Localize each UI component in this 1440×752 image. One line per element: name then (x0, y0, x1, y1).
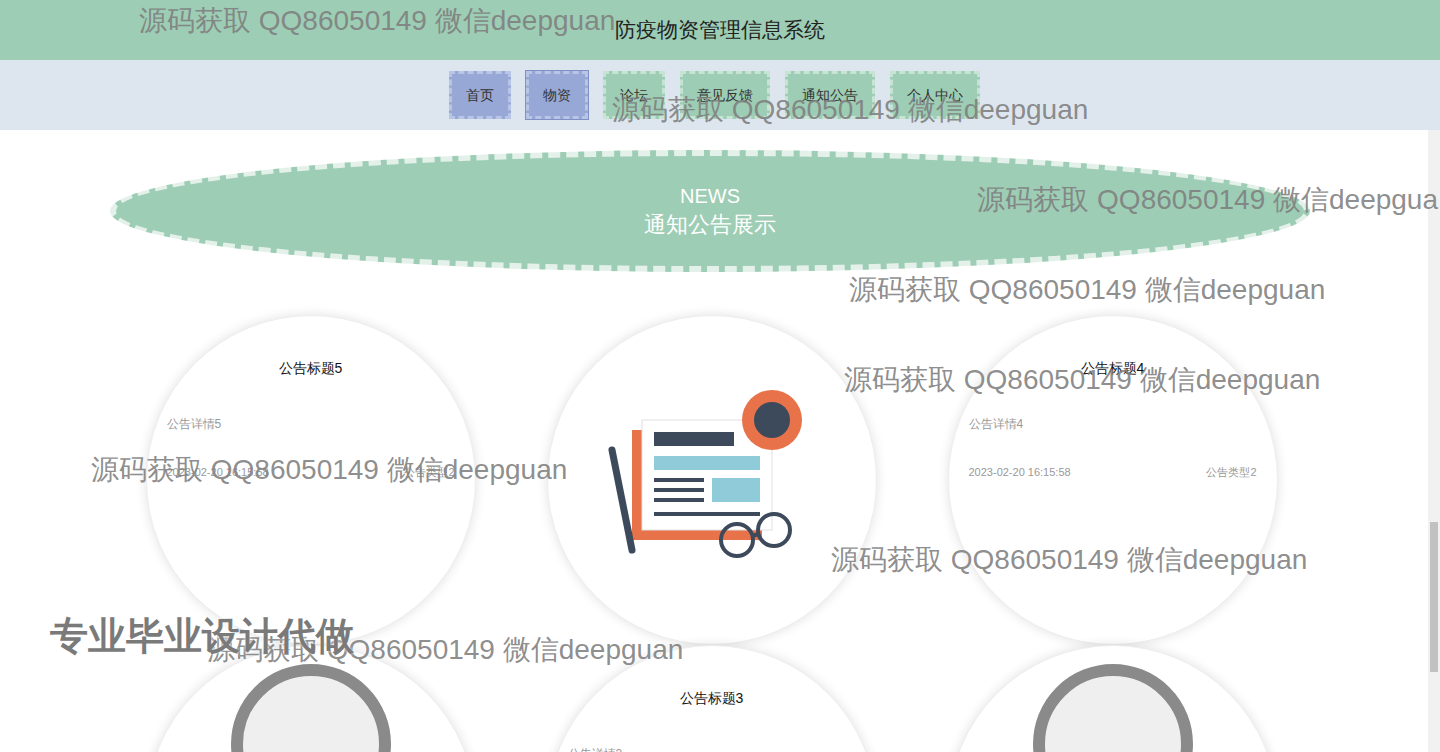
notice-detail: 公告详情5 (167, 416, 455, 432)
watermark: 源码获取 QQ86050149 微信deepguan (139, 3, 615, 39)
nav-item[interactable]: 首页 (449, 71, 511, 119)
banner-en: NEWS (680, 182, 740, 210)
nav-item[interactable]: 个人中心 (890, 71, 980, 119)
watermark: 源码获取 QQ86050149 微信deepguan (849, 272, 1325, 308)
nav-bar: 首页物资论坛意见反馈通知公告个人中心 (0, 60, 1440, 130)
watermark: 源码获取 QQ86050149 微信deepguan (207, 632, 683, 668)
notice-image[interactable] (547, 315, 877, 645)
notice-time: 2023-02-20 16:15:58 (167, 464, 269, 480)
scrollbar-thumb[interactable] (1430, 522, 1438, 672)
notice-title: 公告标题3 (568, 688, 856, 708)
notice-card[interactable]: 公告标题5 公告详情5 2023-02-20 16:15:58 公告类型2 (146, 315, 476, 645)
news-illustration-icon (602, 390, 822, 570)
notice-image[interactable] (948, 645, 1278, 752)
notice-card[interactable]: 公告标题3 公告详情3 (547, 645, 877, 752)
notice-detail: 公告详情4 (969, 416, 1257, 432)
watermark: 源码获取 QQ86050149 微信deepguan (831, 542, 1307, 578)
watermark: 源码获取 QQ86050149 微信deepgua (977, 182, 1438, 218)
notice-title: 公告标题4 (969, 358, 1257, 378)
watermark: 源码获取 QQ86050149 微信deepguan (612, 92, 1088, 128)
main-content: NEWS通知公告展示公告标题5公告详情52023-02-20 16:15:58公… (0, 130, 1440, 752)
banner-title: 通知公告展示 (644, 210, 776, 240)
notice-image[interactable] (146, 645, 476, 752)
notice-detail: 公告详情3 (568, 746, 856, 752)
scrollbar[interactable] (1428, 130, 1440, 752)
nav-item[interactable]: 论坛 (603, 71, 665, 119)
notice-type: 公告类型2 (404, 464, 454, 480)
page: 防疫物资管理信息系统首页物资论坛意见反馈通知公告个人中心 NEWS通知公告展示公告… (0, 0, 1440, 752)
watermark: 源码获取 QQ86050149 微信deepguan (844, 362, 1320, 398)
magnifier-icon (1033, 664, 1193, 752)
notice-grid: 公告标题5公告详情52023-02-20 16:15:58公告类型2公告标题4公… (110, 315, 1440, 752)
nav-item[interactable]: 意见反馈 (680, 71, 770, 119)
notice-card[interactable]: 公告标题4 公告详情4 2023-02-20 16:15:58 公告类型2 (948, 315, 1278, 645)
nav-item[interactable]: 通知公告 (785, 71, 875, 119)
news-banner: NEWS通知公告展示 (110, 150, 1310, 272)
nav-item[interactable]: 物资 (526, 71, 588, 119)
notice-time: 2023-02-20 16:15:58 (969, 464, 1071, 480)
notice-title: 公告标题5 (167, 358, 455, 378)
magnifier-icon (231, 664, 391, 752)
notice-type: 公告类型2 (1206, 464, 1256, 480)
site-title: 防疫物资管理信息系统 (615, 14, 825, 46)
header: 防疫物资管理信息系统 (0, 0, 1440, 60)
promo-watermark: 专业毕业设计代做 (50, 612, 354, 660)
watermark: 源码获取 QQ86050149 微信deepguan (91, 452, 567, 488)
